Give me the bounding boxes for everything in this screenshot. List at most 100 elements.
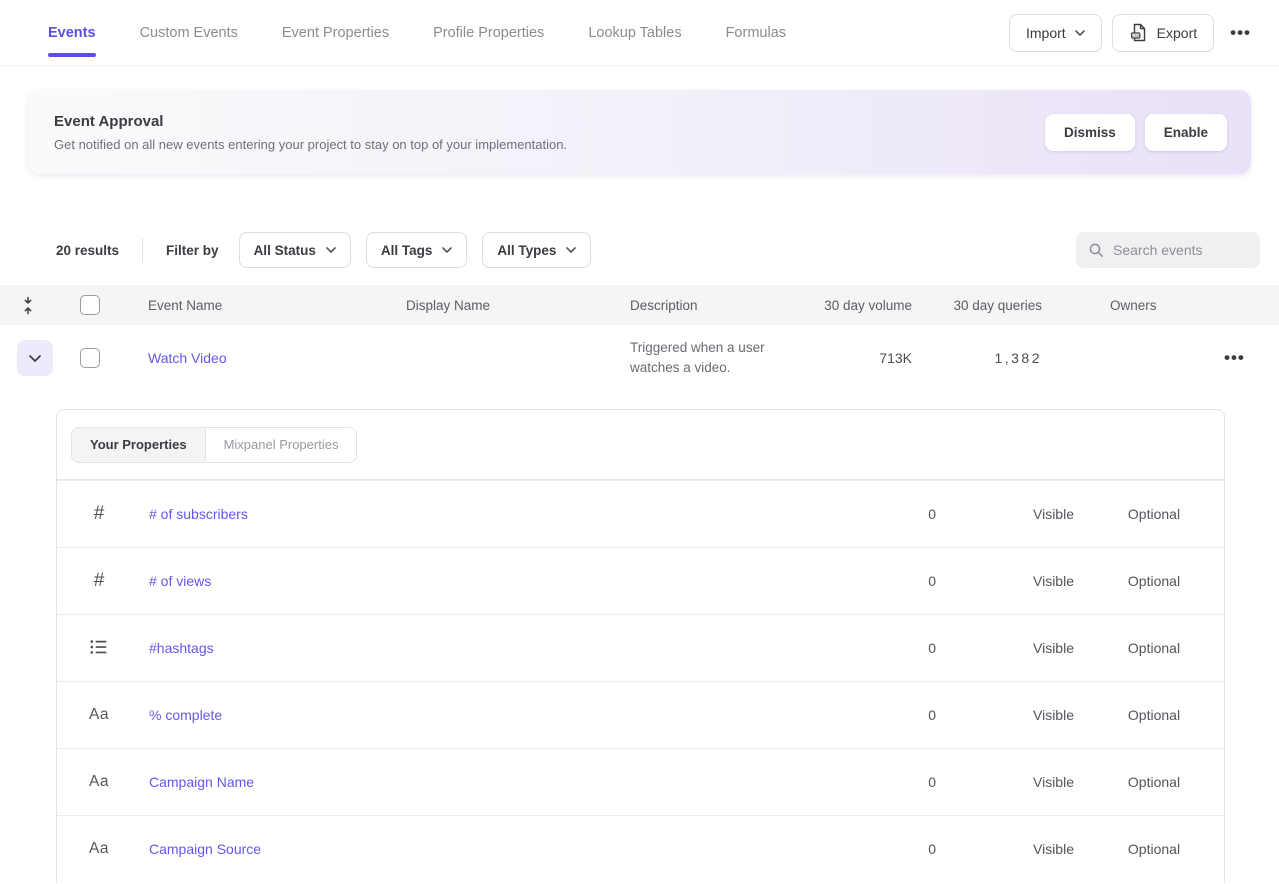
types-filter-dropdown[interactable]: All Types bbox=[482, 232, 591, 268]
tab-mixpanel-properties[interactable]: Mixpanel Properties bbox=[206, 428, 357, 462]
table-header-row: Event Name Display Name Description 30 d… bbox=[0, 285, 1279, 325]
tab-formulas-label: Formulas bbox=[726, 25, 786, 41]
export-button[interactable]: csv Export bbox=[1112, 14, 1214, 52]
property-name-link[interactable]: Campaign Name bbox=[149, 774, 254, 790]
property-status: Optional bbox=[1084, 774, 1224, 790]
types-filter-label: All Types bbox=[497, 243, 556, 258]
row-checkbox[interactable] bbox=[80, 348, 100, 368]
search-icon bbox=[1088, 242, 1104, 258]
tab-your-properties[interactable]: Your Properties bbox=[72, 428, 206, 462]
text-type-icon: Aa bbox=[79, 840, 119, 858]
csv-file-icon: csv bbox=[1129, 23, 1148, 42]
status-filter-dropdown[interactable]: All Status bbox=[239, 232, 351, 268]
column-queries: 30 day queries bbox=[920, 298, 1062, 313]
export-button-label: Export bbox=[1157, 25, 1197, 41]
column-display-name: Display Name bbox=[406, 298, 630, 313]
chevron-down-icon bbox=[29, 355, 41, 362]
events-table: Event Name Display Name Description 30 d… bbox=[0, 285, 1279, 391]
queries-cell: 1,382 bbox=[920, 350, 1062, 366]
text-type-icon: Aa bbox=[79, 706, 119, 724]
properties-tab-group: Your Properties Mixpanel Properties bbox=[71, 427, 357, 463]
event-approval-banner: Event Approval Get notified on all new e… bbox=[28, 90, 1251, 174]
property-query-count: 0 bbox=[824, 774, 944, 790]
property-name-link[interactable]: #hashtags bbox=[149, 640, 214, 656]
property-row: Aa Campaign Name 0 Visible Optional bbox=[57, 748, 1224, 815]
lexicon-tabs: Events Custom Events Event Properties Pr… bbox=[48, 0, 1009, 66]
search-input[interactable] bbox=[1113, 242, 1248, 258]
property-status: Optional bbox=[1084, 707, 1224, 723]
property-status: Optional bbox=[1084, 841, 1224, 857]
filter-by-label: Filter by bbox=[166, 243, 219, 258]
column-event-name: Event Name bbox=[148, 298, 406, 313]
banner-title: Event Approval bbox=[54, 113, 1045, 130]
property-row: Aa Campaign Source 0 Visible Optional bbox=[57, 815, 1224, 882]
text-type-icon: Aa bbox=[79, 773, 119, 791]
overflow-menu-button[interactable]: ••• bbox=[1224, 23, 1257, 43]
property-query-count: 0 bbox=[824, 707, 944, 723]
property-name-link[interactable]: # of subscribers bbox=[149, 506, 248, 522]
collapse-all-button[interactable] bbox=[21, 296, 35, 315]
event-name-link[interactable]: Watch Video bbox=[148, 350, 227, 366]
property-status: Optional bbox=[1084, 640, 1224, 656]
tab-event-properties[interactable]: Event Properties bbox=[282, 0, 389, 66]
property-visibility: Visible bbox=[944, 506, 1084, 522]
select-all-checkbox[interactable] bbox=[80, 295, 100, 315]
dismiss-button[interactable]: Dismiss bbox=[1045, 114, 1135, 151]
event-row-watch-video: Watch Video Triggered when a user watche… bbox=[0, 325, 1279, 391]
column-description: Description bbox=[630, 298, 820, 313]
svg-text:csv: csv bbox=[1132, 33, 1139, 38]
property-visibility: Visible bbox=[944, 573, 1084, 589]
property-row: # # of views 0 Visible Optional bbox=[57, 547, 1224, 614]
description-line-1: Triggered when a user bbox=[630, 338, 820, 358]
tab-events[interactable]: Events bbox=[48, 0, 96, 66]
tab-profile-properties-label: Profile Properties bbox=[433, 25, 544, 41]
row-overflow-button[interactable]: ••• bbox=[1218, 348, 1251, 368]
tags-filter-label: All Tags bbox=[381, 243, 433, 258]
tab-profile-properties[interactable]: Profile Properties bbox=[433, 0, 544, 66]
number-type-icon: # bbox=[79, 570, 119, 592]
ellipsis-icon: ••• bbox=[1224, 348, 1245, 367]
list-type-icon bbox=[79, 639, 119, 658]
chevron-down-icon bbox=[442, 247, 452, 253]
property-query-count: 0 bbox=[824, 841, 944, 857]
tags-filter-dropdown[interactable]: All Tags bbox=[366, 232, 468, 268]
column-owners: Owners bbox=[1062, 298, 1190, 313]
banner-actions: Dismiss Enable bbox=[1045, 114, 1227, 151]
import-button-label: Import bbox=[1026, 25, 1066, 41]
tab-custom-events[interactable]: Custom Events bbox=[140, 0, 238, 66]
property-name-link[interactable]: # of views bbox=[149, 573, 211, 589]
nav-actions: Import csv Export ••• bbox=[1009, 14, 1257, 52]
status-filter-label: All Status bbox=[254, 243, 316, 258]
collapse-row-button[interactable] bbox=[17, 340, 53, 376]
property-query-count: 0 bbox=[824, 506, 944, 522]
property-name-link[interactable]: Campaign Source bbox=[149, 841, 261, 857]
property-row: #hashtags 0 Visible Optional bbox=[57, 614, 1224, 681]
property-status: Optional bbox=[1084, 506, 1224, 522]
chevron-down-icon bbox=[326, 247, 336, 253]
property-status: Optional bbox=[1084, 573, 1224, 589]
property-visibility: Visible bbox=[944, 640, 1084, 656]
description-line-2: watches a video. bbox=[630, 358, 820, 378]
property-query-count: 0 bbox=[824, 640, 944, 656]
volume-cell: 713K bbox=[820, 350, 920, 366]
description-cell: Triggered when a user watches a video. bbox=[630, 338, 820, 378]
tab-formulas[interactable]: Formulas bbox=[726, 0, 786, 66]
event-properties-panel: Your Properties Mixpanel Properties # # … bbox=[56, 409, 1225, 883]
search-box bbox=[1076, 232, 1260, 268]
tab-events-label: Events bbox=[48, 25, 96, 41]
property-visibility: Visible bbox=[944, 774, 1084, 790]
tab-custom-events-label: Custom Events bbox=[140, 25, 238, 41]
enable-button[interactable]: Enable bbox=[1145, 114, 1227, 151]
banner-text: Event Approval Get notified on all new e… bbox=[52, 113, 1045, 152]
number-type-icon: # bbox=[79, 503, 119, 525]
property-name-link[interactable]: % complete bbox=[149, 707, 222, 723]
chevron-down-icon bbox=[1075, 30, 1085, 36]
banner-subtitle: Get notified on all new events entering … bbox=[54, 137, 1045, 152]
chevron-down-icon bbox=[566, 247, 576, 253]
property-row: # # of subscribers 0 Visible Optional bbox=[57, 480, 1224, 547]
property-query-count: 0 bbox=[824, 573, 944, 589]
tab-lookup-tables[interactable]: Lookup Tables bbox=[588, 0, 681, 66]
import-button[interactable]: Import bbox=[1009, 14, 1102, 52]
tab-event-properties-label: Event Properties bbox=[282, 25, 389, 41]
filter-bar: 20 results Filter by All Status All Tags… bbox=[0, 232, 1279, 268]
